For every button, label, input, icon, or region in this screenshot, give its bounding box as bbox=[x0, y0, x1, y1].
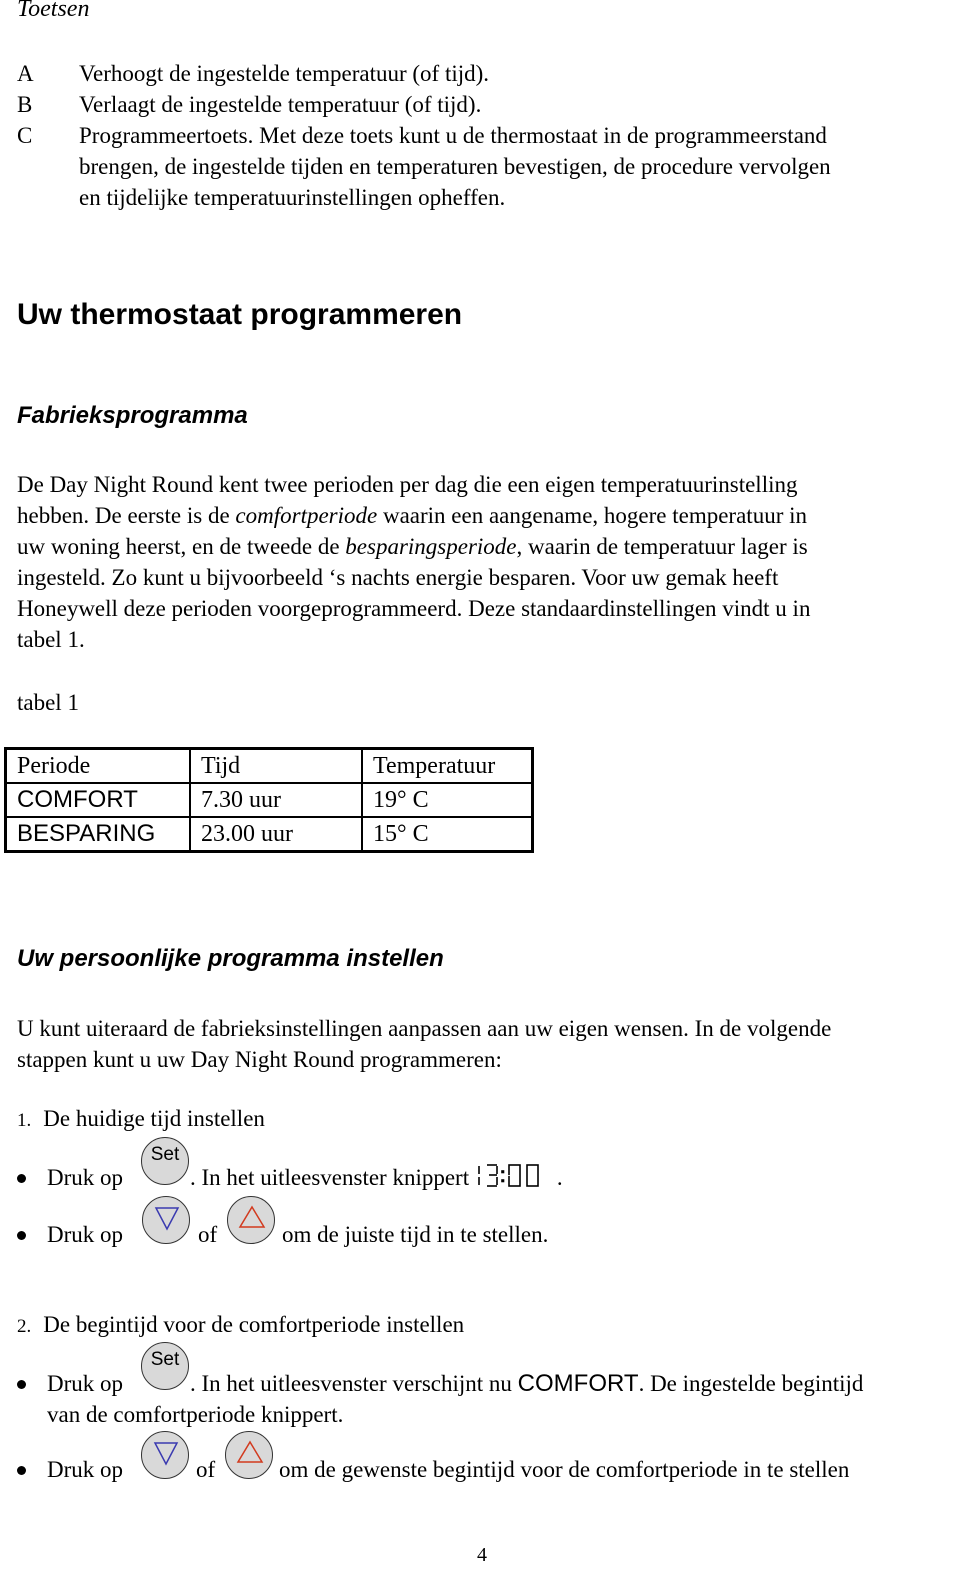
personal-paragraph: U kunt uiteraard de fabrieksinstellingen… bbox=[17, 1013, 952, 1075]
step-number: 1. bbox=[17, 1110, 32, 1131]
text: Druk op bbox=[47, 1222, 124, 1247]
table-cell-period: COMFORT bbox=[4, 782, 191, 818]
key-item-a: A Verhoogt de ingestelde temperatuur (of… bbox=[17, 58, 947, 89]
step-number: 2. bbox=[17, 1316, 32, 1337]
paragraph-line: Honeywell deze perioden voorgeprogrammee… bbox=[17, 596, 811, 621]
text: Druk op bbox=[47, 1371, 124, 1396]
up-button-icon bbox=[227, 1196, 275, 1244]
table-header-cell: Tijd bbox=[189, 747, 363, 784]
triangle-up-icon bbox=[238, 1205, 266, 1228]
key-letter: B bbox=[17, 92, 33, 117]
step-2-bullet-1-rest: . In het uitleesvenster verschijnt nu CO… bbox=[190, 1368, 863, 1399]
text: Druk op bbox=[47, 1457, 124, 1482]
set-label: Set bbox=[150, 1349, 180, 1370]
step-title: De huidige tijd instellen bbox=[43, 1106, 265, 1131]
set-button-icon: Set bbox=[141, 1137, 189, 1185]
down-button-icon bbox=[142, 1196, 190, 1244]
text: . bbox=[556, 1165, 563, 1190]
table-cell-time: 23.00 uur bbox=[189, 816, 363, 853]
set-label: Set bbox=[150, 1144, 180, 1165]
table-header-cell: Periode bbox=[4, 747, 191, 784]
table-caption: tabel 1 bbox=[17, 690, 79, 715]
bullet-icon bbox=[17, 1174, 26, 1183]
key-item-c: C Programmeertoets. Met deze toets kunt … bbox=[17, 120, 947, 213]
step-2-title: 2. De begintijd voor de comfortperiode in… bbox=[17, 1312, 464, 1338]
table-cell-period: BESPARING bbox=[4, 816, 191, 853]
key-description-line: brengen, de ingestelde tijden en tempera… bbox=[79, 154, 831, 179]
text: . In het uitleesvenster verschijnt nu bbox=[190, 1371, 518, 1396]
text: om de gewenste begintijd voor de comfort… bbox=[279, 1457, 850, 1482]
paragraph-line: ingesteld. Zo kunt u bijvoorbeeld ‘s nac… bbox=[17, 565, 779, 590]
table-header-row: Periode Tijd Temperatuur bbox=[4, 747, 534, 784]
triangle-down-icon bbox=[153, 1442, 179, 1466]
table-header-cell: Temperatuur bbox=[361, 747, 534, 784]
triangle-down-icon bbox=[154, 1207, 180, 1231]
text: Druk op bbox=[47, 1165, 124, 1190]
text: waarin een aangename, hogere temperatuur… bbox=[377, 503, 807, 528]
paragraph-line: tabel 1. bbox=[17, 627, 85, 652]
set-button-icon: Set bbox=[141, 1342, 189, 1390]
section-title-toetsen: Toetsen bbox=[17, 0, 90, 22]
table-row: COMFORT 7.30 uur 19° C bbox=[4, 782, 534, 818]
text: , waarin de temperatuur lager is bbox=[516, 534, 808, 559]
step-1-bullet-1-rest: . In het uitleesvenster knippert . bbox=[190, 1162, 563, 1197]
text: of bbox=[196, 1457, 216, 1482]
table-cell-temperature: 19° C bbox=[361, 782, 534, 818]
settings-table: Periode Tijd Temperatuur COMFORT 7.30 uu… bbox=[4, 747, 534, 853]
key-letter: C bbox=[17, 123, 33, 148]
step-1-title: 1. De huidige tijd instellen bbox=[17, 1106, 265, 1132]
text: . In het uitleesvenster knippert bbox=[190, 1165, 470, 1190]
table-cell-temperature: 15° C bbox=[361, 816, 534, 853]
key-description: Verhoogt de ingestelde temperatuur (of t… bbox=[79, 61, 490, 86]
triangle-up-icon bbox=[236, 1440, 264, 1463]
key-description: Verlaagt de ingestelde temperatuur (of t… bbox=[79, 92, 482, 117]
bullet-icon bbox=[17, 1380, 26, 1389]
bullet-icon bbox=[17, 1466, 26, 1475]
heading-personal-program: Uw persoonlijke programma instellen bbox=[17, 945, 444, 972]
text: uw woning heerst, en de tweede de bbox=[17, 534, 346, 559]
text: om de juiste tijd in te stellen. bbox=[282, 1222, 549, 1247]
bullet-icon bbox=[17, 1231, 26, 1240]
emphasis-comfortperiode: comfortperiode bbox=[235, 503, 378, 528]
step-title: De begintijd voor de comfortperiode inst… bbox=[43, 1312, 465, 1337]
text: of bbox=[198, 1222, 218, 1247]
table-cell-time: 7.30 uur bbox=[189, 782, 363, 818]
key-description-line: en tijdelijke temperatuurinstellingen op… bbox=[79, 185, 506, 210]
paragraph-line: De Day Night Round kent twee perioden pe… bbox=[17, 472, 798, 497]
lcd-digits-icon bbox=[478, 1163, 539, 1187]
page-number: 4 bbox=[477, 1544, 487, 1566]
heading-main: Uw thermostaat programmeren bbox=[17, 298, 463, 331]
lcd-text-comfort: COMFORT bbox=[517, 1370, 639, 1397]
key-letter: A bbox=[17, 61, 34, 86]
key-item-b: B Verlaagt de ingestelde temperatuur (of… bbox=[17, 89, 947, 120]
text: hebben. De eerste is de bbox=[17, 503, 236, 528]
step-2-bullet-1-line2: van de comfortperiode knippert. bbox=[47, 1402, 344, 1427]
paragraph-line: U kunt uiteraard de fabrieksinstellingen… bbox=[17, 1016, 832, 1041]
up-button-icon bbox=[225, 1431, 273, 1479]
heading-factory-program: Fabrieksprogramma bbox=[17, 402, 248, 429]
text: . De ingestelde begintijd bbox=[638, 1371, 864, 1396]
emphasis-besparingsperiode: besparingsperiode bbox=[345, 534, 517, 559]
lcd-display-1300 bbox=[475, 1163, 557, 1197]
down-button-icon bbox=[141, 1431, 189, 1479]
key-description-line: Programmeertoets. Met deze toets kunt u … bbox=[79, 123, 827, 148]
paragraph-line: hebben. De eerste is de comfortperiode w… bbox=[17, 500, 952, 531]
table-row: BESPARING 23.00 uur 15° C bbox=[4, 816, 534, 853]
paragraph-line: stappen kunt u uw Day Night Round progra… bbox=[17, 1047, 502, 1072]
factory-paragraph: De Day Night Round kent twee perioden pe… bbox=[17, 469, 952, 655]
paragraph-line: uw woning heerst, en de tweede de bespar… bbox=[17, 531, 952, 562]
